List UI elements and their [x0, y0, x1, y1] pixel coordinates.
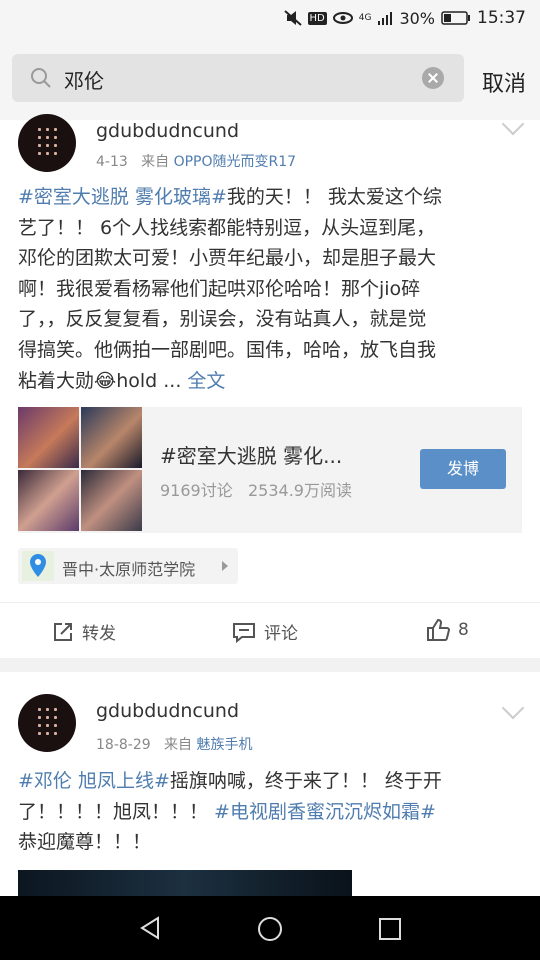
clear-icon[interactable]	[422, 67, 444, 89]
search-bar[interactable]: 邓伦	[12, 54, 464, 102]
like-count: 8	[458, 620, 469, 640]
avatar[interactable]	[18, 694, 76, 752]
status-icons: HD 4G 30% 15:37	[283, 8, 526, 28]
comment-icon	[233, 622, 255, 643]
topic-thumbnail	[81, 470, 142, 531]
post-source[interactable]: OPPO随光而变R17	[174, 154, 296, 170]
cancel-button[interactable]: 取消	[482, 66, 526, 98]
navigation-bar	[0, 896, 540, 960]
text-line: 了，，反反复复看，别误会，没有站真人，就是觉	[18, 308, 427, 331]
source-prefix: 来自	[164, 737, 192, 753]
comment-label: 评论	[264, 624, 298, 644]
text-line: 摇旗呐喊，终于来了！！ 终于开	[169, 770, 442, 792]
full-text-link[interactable]: 全文	[187, 370, 225, 392]
action-bar: 转发 评论 8	[0, 602, 540, 659]
read-count: 2534.9万阅读	[248, 481, 352, 500]
post-card[interactable]: gdubdudncund 18-8-29 来自 魅族手机 #邓伦 旭凤上线#摇旗…	[0, 672, 540, 896]
topic-tag[interactable]: #密室大逃脱 雾化玻璃#	[18, 186, 227, 208]
text-line: 邓伦的团欺太可爱！小贾年纪最小，却是胆子最大	[18, 247, 437, 270]
mute-icon	[283, 10, 302, 26]
post-text: #密室大逃脱 雾化玻璃#我的天！！ 我太爱这个综 艺了！！ 6个人找线索都能特别…	[18, 182, 528, 396]
topic-tag[interactable]: #电视剧香蜜沉沉烬如霜#	[214, 801, 436, 823]
chevron-down-icon[interactable]	[501, 696, 525, 720]
text-line: 了！！！！旭凤！！！	[18, 800, 215, 823]
eye-icon	[332, 12, 353, 24]
hd-badge: HD	[307, 11, 327, 25]
topic-tag[interactable]: #邓伦 旭凤上线#	[18, 770, 170, 792]
search-icon	[31, 68, 51, 88]
text-line: 艺了！！ 6个人找线索都能特别逗，从头逗到尾，	[18, 216, 436, 239]
username[interactable]: gdubdudncund	[96, 120, 239, 142]
username[interactable]: gdubdudncund	[96, 700, 239, 722]
signal-icon	[378, 12, 393, 25]
clock: 15:37	[477, 8, 526, 28]
text-line: 得搞笑。他俩拍一部剧吧。国伟，哈哈，放飞自我	[18, 338, 437, 361]
search-header: 邓伦 取消	[0, 38, 540, 120]
text-line: 啊！我很爱看杨幂他们起哄邓伦哈哈！那个jio碎	[18, 277, 421, 300]
repost-icon	[54, 622, 72, 641]
post-text: #邓伦 旭凤上线#摇旗呐喊，终于来了！！ 终于开 了！！！！旭凤！！！ #电视剧…	[18, 766, 528, 858]
battery-percent: 30%	[399, 8, 435, 28]
topic-thumbnail	[81, 407, 142, 468]
status-bar: HD 4G 30% 15:37	[0, 0, 540, 38]
post-meta: 18-8-29 来自 魅族手机	[96, 734, 252, 754]
source-prefix: 来自	[141, 154, 170, 170]
topic-thumbnail	[18, 407, 79, 468]
battery-icon	[441, 11, 470, 25]
post-button[interactable]: 发博	[420, 449, 506, 489]
recent-apps-icon[interactable]	[378, 917, 402, 941]
post-meta: 4-13 来自 OPPO随光而变R17	[96, 151, 296, 171]
post-source[interactable]: 魅族手机	[196, 737, 252, 753]
search-input[interactable]: 邓伦	[64, 65, 104, 94]
location-pin-icon	[22, 551, 54, 581]
post-date: 4-13	[96, 154, 128, 170]
topic-stats: 9169讨论 2534.9万阅读	[160, 477, 352, 501]
comment-button[interactable]: 评论	[232, 619, 298, 644]
text-line: 粘着大勋😂hold ...	[18, 369, 188, 392]
post-card[interactable]: gdubdudncund 4-13 来自 OPPO随光而变R17 #密室大逃脱 …	[0, 112, 540, 659]
text-line: 恭迎魔尊！！！	[18, 831, 152, 854]
text-line: 我的天！！ 我太爱这个综	[226, 186, 442, 208]
home-icon[interactable]	[257, 916, 283, 942]
topic-title[interactable]: #密室大逃脱 雾化...	[160, 440, 342, 469]
thumbs-up-icon	[427, 619, 450, 641]
topic-card[interactable]: #密室大逃脱 雾化... 9169讨论 2534.9万阅读 发博	[18, 407, 522, 533]
repost-button[interactable]: 转发	[52, 619, 116, 644]
topic-thumbnail	[18, 470, 79, 531]
location-text: 晋中·太原师范学院	[62, 560, 196, 579]
location-tag[interactable]: 晋中·太原师范学院	[18, 548, 238, 584]
post-date: 18-8-29	[96, 737, 151, 753]
avatar[interactable]	[18, 114, 76, 172]
discussion-count: 9169讨论	[160, 481, 233, 500]
post-image[interactable]	[18, 870, 352, 896]
network-type: 4G	[358, 13, 372, 23]
repost-label: 转发	[82, 624, 116, 644]
back-icon[interactable]	[138, 916, 162, 940]
like-button[interactable]: 8	[426, 619, 469, 641]
caret-right-icon	[222, 561, 228, 571]
